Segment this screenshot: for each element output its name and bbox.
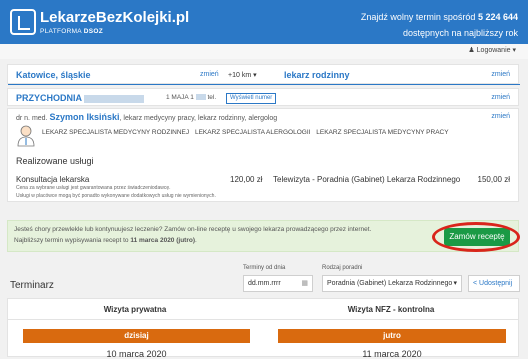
slogan-count: 5 224 644	[477, 12, 518, 22]
prescription-date: 11 marca 2020 (jutro)	[130, 237, 196, 244]
prescription-date-prefix: Najbliższy termin wypisywania recept to	[14, 237, 131, 244]
service-price: 120,00 zł	[230, 175, 263, 184]
services-heading: Realizowane usługi	[16, 156, 94, 166]
slogan-line2: dostępnych na najbliższy rok	[402, 28, 518, 38]
slogan-prefix: Znajdź wolny termin spośród	[360, 12, 478, 22]
clinic-address-text: 1 MAJA 1	[166, 94, 194, 101]
location-text: Katowice, śląskie	[16, 70, 91, 80]
specialty-item: LEKARZ SPECJALISTA MEDYCYNY RODZINNEJ	[42, 129, 190, 136]
divider	[8, 84, 520, 85]
radius-select[interactable]: +10 km ▾	[228, 71, 257, 79]
date-filter-label: Terminy od dnia	[243, 265, 286, 271]
column-nfz-header: Wizyta NFZ - kontrolna	[347, 305, 435, 314]
clinic-type-select[interactable]: Poradnia (Gabinet) Lekarza Rodzinnego ▾	[322, 275, 462, 292]
redacted-block	[195, 94, 206, 101]
specialty-change-link[interactable]: zmień	[491, 71, 510, 78]
login-link[interactable]: ♟ Logowanie ▾	[468, 46, 516, 54]
show-phone-button[interactable]: Wyświetl numer	[226, 93, 277, 104]
prescription-date-text: Najbliższy termin wypisywania recept to …	[14, 237, 197, 244]
logo-subtitle: PLATFORMA DSOZ	[40, 28, 103, 35]
specialty-item: LEKARZ SPECJALISTA ALERGOLOGII	[194, 129, 311, 136]
logo-sub-prefix: PLATFORMA	[40, 28, 84, 35]
date-private: 10 marca 2020	[106, 349, 167, 359]
logo-sub-brand: DSOZ	[83, 28, 103, 35]
search-panel: Katowice, śląskie zmień +10 km ▾ lekarz …	[7, 64, 520, 85]
logo-icon[interactable]	[10, 9, 36, 35]
service-name: Telewizyta - Poradnia (Gabinet) Lekarza …	[273, 175, 461, 184]
phone-label: tel.	[207, 94, 217, 101]
clinic-address: 1 MAJA 1 tel.	[166, 94, 216, 101]
radius-value: +10 km	[228, 72, 252, 79]
location-change-link[interactable]: zmień	[200, 71, 219, 78]
login-label: Logowanie	[476, 47, 511, 54]
share-button[interactable]: < Udostępnij	[468, 275, 520, 292]
doctor-description: lekarz medycyny pracy, lekarz rodzinny, …	[123, 115, 278, 122]
share-label: Udostępnij	[479, 280, 513, 287]
slogan-line1: Znajdź wolny termin spośród 5 224 644	[361, 12, 518, 22]
day-header-nfz: jutro	[278, 329, 506, 343]
top-header: LekarzeBezKolejki.pl PLATFORMA DSOZ Znaj…	[0, 0, 528, 44]
doctor-change-link[interactable]: zmień	[491, 113, 510, 120]
clinic-name-text: PRZYCHODNIA	[16, 93, 82, 103]
specialties-list: LEKARZ SPECJALISTA MEDYCYNY RODZINNEJ LE…	[42, 129, 449, 136]
login-bar: ♟ Logowanie ▾	[0, 44, 528, 59]
specialty-item: LEKARZ SPECJALISTA MEDYCYNY PRACY	[316, 129, 449, 136]
highlight-ring	[432, 222, 520, 252]
column-private-header: Wizyta prywatna	[103, 305, 167, 314]
prescription-text: Jesteś chory przewlekle lub kontynuujesz…	[14, 226, 372, 233]
clinic-panel: PRZYCHODNIA 1 MAJA 1 tel. Wyświetl numer…	[7, 88, 519, 106]
date-nfz: 11 marca 2020	[362, 349, 422, 359]
clinic-change-link[interactable]: zmień	[491, 94, 510, 101]
clinic-name: PRZYCHODNIA	[16, 93, 145, 103]
date-input[interactable]: dd.mm.rrrr ▦	[243, 275, 313, 292]
doctor-name[interactable]: Szymon Iksiński	[49, 112, 119, 122]
specialty-text: lekarz rodzinny	[284, 70, 350, 80]
day-header-private: dzisiaj	[23, 329, 250, 343]
redacted-block	[84, 94, 145, 103]
doctor-panel: dr n. med. Szymon Iksiński, lekarz medyc…	[7, 108, 519, 202]
logo-title[interactable]: LekarzeBezKolejki.pl	[40, 9, 189, 26]
calendar-icon: ▦	[301, 280, 308, 287]
chevron-down-icon: ▾	[512, 47, 516, 54]
share-icon: <	[473, 280, 478, 287]
doctor-heading: dr n. med. Szymon Iksiński, lekarz medyc…	[16, 112, 278, 122]
chevron-down-icon: ▾	[453, 280, 457, 287]
service-price: 150,00 zł	[477, 175, 510, 184]
user-icon: ♟	[468, 47, 475, 54]
clinic-type-value: Poradnia (Gabinet) Lekarza Rodzinnego	[327, 280, 453, 287]
doctor-title: dr n. med.	[16, 115, 48, 122]
services-note: Usługi w placówce mogą być ponadto wykon…	[16, 193, 216, 199]
schedule-title: Terminarz	[10, 280, 54, 291]
chevron-down-icon: ▾	[253, 72, 257, 79]
clinic-filter-label: Rodzaj poradni	[322, 265, 363, 271]
column-separator	[7, 319, 519, 320]
date-placeholder: dd.mm.rrrr	[248, 280, 281, 287]
prescription-date-suffix: .	[195, 237, 197, 244]
services-note: Cena za wybrane usługi jest gwarantowana…	[16, 185, 171, 191]
doctor-avatar-icon	[17, 125, 35, 147]
service-name: Konsultacja lekarska	[16, 175, 90, 184]
